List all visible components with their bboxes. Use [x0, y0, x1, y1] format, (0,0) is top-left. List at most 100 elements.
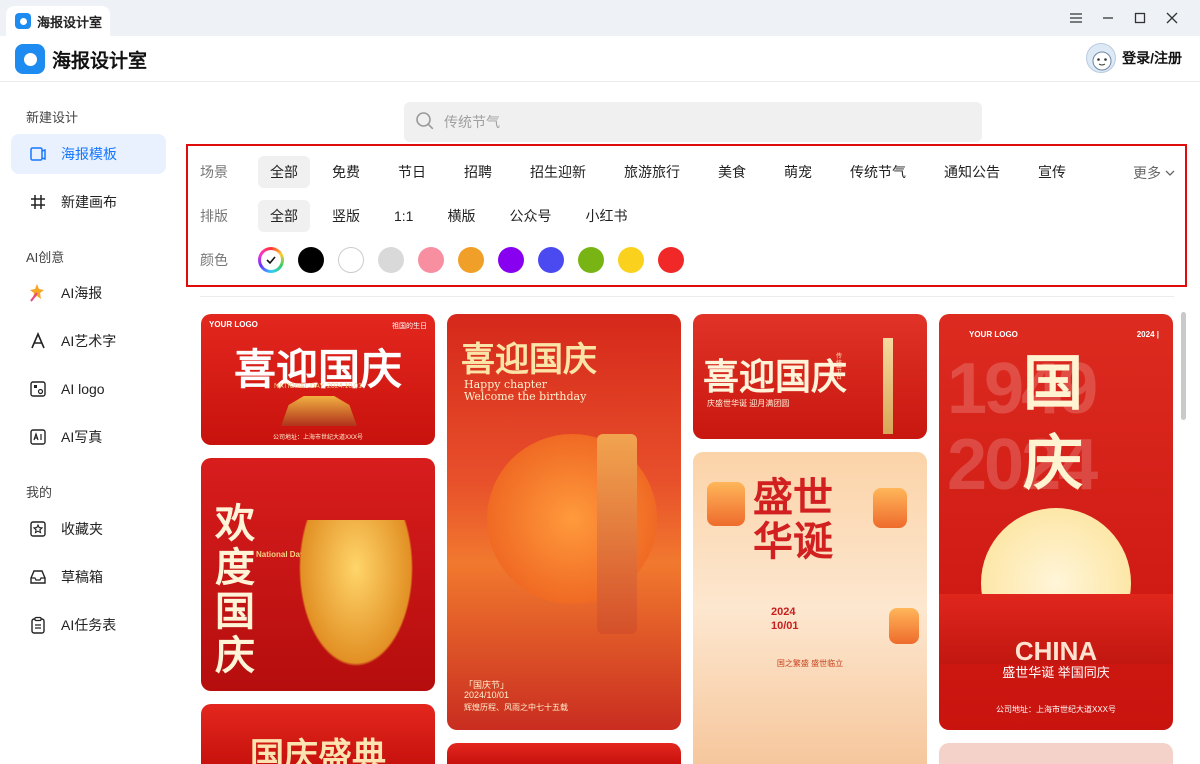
poster-card[interactable]: 国庆盛典 [201, 704, 435, 764]
poster-en: NATIONAL DAY, 2024.10.01 [273, 383, 363, 390]
sidebar-item-ai-poster[interactable]: AI海报 [11, 273, 166, 313]
poster-card[interactable]: 喜迎国庆 传统节日 庆盛世华诞 迎月满团圆 [693, 314, 927, 439]
scene-chip[interactable]: 招生迎新 [518, 156, 598, 188]
poster-card[interactable]: 欢度国庆 National Day [201, 458, 435, 691]
scene-filter-row: 场景 全部 免费 节日 招聘 招生迎新 旅游旅行 美食 萌宠 传统节气 通知公告 宣传 [200, 156, 1078, 188]
poster-title: 欢度国庆 [215, 500, 255, 679]
poster-title: 喜迎国庆 [703, 356, 848, 398]
filter-panel: 场景 全部 免费 节日 招聘 招生迎新 旅游旅行 美食 萌宠 传统节气 通知公告 宣传 更多 排版 … [186, 144, 1187, 287]
star-folder-icon [28, 519, 48, 539]
poster-note: 公司地址：上海市世纪大道XXX号 [995, 705, 1116, 714]
sidebar-item-label: AI logo [61, 381, 105, 397]
color-swatch[interactable] [298, 247, 324, 273]
poster-logo: YOUR LOGO [969, 330, 1018, 339]
poster-date2: 2024/10/01 [464, 690, 510, 700]
ai-poster-icon [28, 283, 48, 303]
poster-date2: 10/01 [771, 620, 799, 632]
temple-illustration [291, 520, 421, 680]
sidebar-item-ai-photo[interactable]: AI写真 [11, 417, 166, 457]
color-swatch-all[interactable] [258, 247, 284, 273]
color-swatch[interactable] [618, 247, 644, 273]
sidebar-item-new-canvas[interactable]: 新建画布 [11, 182, 166, 222]
maximize-icon[interactable] [1130, 8, 1150, 28]
poster-tag: 祖国的生日 [392, 323, 427, 330]
layout-chip[interactable]: 竖版 [320, 200, 372, 232]
lantern-illustration [873, 488, 907, 528]
poster-title: 国庆 [1023, 349, 1083, 499]
scene-chip[interactable]: 传统节气 [838, 156, 918, 188]
poster-title: 国庆盛典 [250, 736, 386, 764]
window-tab-title: 海报设计室 [37, 14, 103, 30]
login-button[interactable]: 登录/注册 [1086, 43, 1182, 73]
color-swatch[interactable] [658, 247, 684, 273]
layout-chip[interactable]: 1:1 [382, 200, 425, 232]
color-swatch[interactable] [458, 247, 484, 273]
section-title-new-design: 新建设计 [26, 110, 79, 125]
poster-note: 国之繁盛 盛世临立 [776, 659, 844, 668]
layout-chip[interactable]: 横版 [435, 200, 487, 232]
layout-filter-row: 排版 全部 竖版 1:1 横版 公众号 小红书 [200, 200, 639, 232]
poster-sub2: Welcome the birthday [464, 390, 587, 403]
scrollbar[interactable] [1181, 312, 1186, 420]
sidebar-item-label: AI写真 [61, 429, 103, 445]
layout-chip[interactable]: 公众号 [497, 200, 563, 232]
poster-title: 盛世华诞 [753, 474, 833, 565]
scene-chip[interactable]: 免费 [320, 156, 372, 188]
menu-icon[interactable] [1066, 8, 1086, 28]
poster-note: 公司地址：上海市世纪大道XXX号 [272, 435, 363, 441]
sidebar-item-label: AI艺术字 [61, 333, 117, 349]
ai-font-icon [28, 331, 48, 351]
sidebar-item-ai-tasks[interactable]: AI任务表 [11, 605, 166, 645]
sidebar-item-ai-logo[interactable]: AI logo [11, 369, 166, 409]
poster-card[interactable]: YOUR LOGO 祖国的生日 喜迎国庆 NATIONAL DAY, 2024.… [201, 314, 435, 445]
color-swatch[interactable] [498, 247, 524, 273]
sidebar-item-drafts[interactable]: 草稿箱 [11, 557, 166, 597]
more-label: 更多 [1133, 165, 1161, 181]
sidebar: 新建设计 海报模板 新建画布 AI创意 AI海报 AI艺术字 AI logo A… [0, 82, 180, 764]
sidebar-item-label: AI任务表 [61, 617, 117, 633]
scene-chip[interactable]: 招聘 [452, 156, 504, 188]
scene-chip[interactable]: 美食 [706, 156, 758, 188]
scene-chip[interactable]: 全部 [258, 156, 310, 188]
check-icon [261, 250, 281, 270]
poster-side: 传统节日 [836, 354, 843, 381]
layout-chip[interactable]: 全部 [258, 200, 310, 232]
poster-card[interactable]: 盛世华诞 2024 10/01 国之繁盛 盛世临立 [693, 452, 927, 764]
scene-chip[interactable]: 宣传 [1026, 156, 1078, 188]
color-swatch[interactable] [378, 247, 404, 273]
layout-chip[interactable]: 小红书 [573, 200, 639, 232]
search-bar[interactable]: 传统节气 [404, 102, 982, 142]
poster-card[interactable]: 喜迎国庆 Happy chapter Welcome the birthday … [447, 314, 681, 730]
more-button[interactable]: 更多 [1133, 163, 1175, 183]
poster-card[interactable] [447, 743, 681, 764]
column-illustration [883, 338, 893, 434]
color-filter-row: 颜色 [200, 244, 698, 276]
scene-chip[interactable]: 萌宠 [772, 156, 824, 188]
search-input[interactable]: 传统节气 [444, 112, 500, 132]
poster-card[interactable] [939, 743, 1173, 764]
sidebar-item-poster-template[interactable]: 海报模板 [11, 134, 166, 174]
color-swatch[interactable] [538, 247, 564, 273]
lantern-illustration [889, 608, 919, 644]
poster-template-icon [28, 144, 48, 164]
app-header: 海报设计室 登录/注册 [0, 36, 1200, 82]
close-icon[interactable] [1162, 8, 1182, 28]
minimize-icon[interactable] [1098, 8, 1118, 28]
sidebar-item-label: 收藏夹 [61, 521, 103, 537]
color-swatch[interactable] [578, 247, 604, 273]
poster-year: 2024 | [1136, 330, 1159, 339]
scene-chip[interactable]: 旅游旅行 [612, 156, 692, 188]
poster-card[interactable]: YOUR LOGO 2024 | 1949 2024 国庆 CHINA 盛世华诞… [939, 314, 1173, 730]
poster-title: 喜迎国庆 [461, 340, 597, 380]
brand: 海报设计室 [15, 44, 147, 74]
color-swatch[interactable] [338, 247, 364, 273]
ai-logo-icon [28, 379, 48, 399]
sidebar-item-ai-font[interactable]: AI艺术字 [11, 321, 166, 361]
sidebar-item-favorites[interactable]: 收藏夹 [11, 509, 166, 549]
window-tab[interactable]: 海报设计室 [6, 6, 110, 36]
column-illustration [597, 434, 637, 634]
color-swatch[interactable] [418, 247, 444, 273]
app-icon [15, 13, 31, 29]
scene-chip[interactable]: 通知公告 [932, 156, 1012, 188]
scene-chip[interactable]: 节日 [386, 156, 438, 188]
